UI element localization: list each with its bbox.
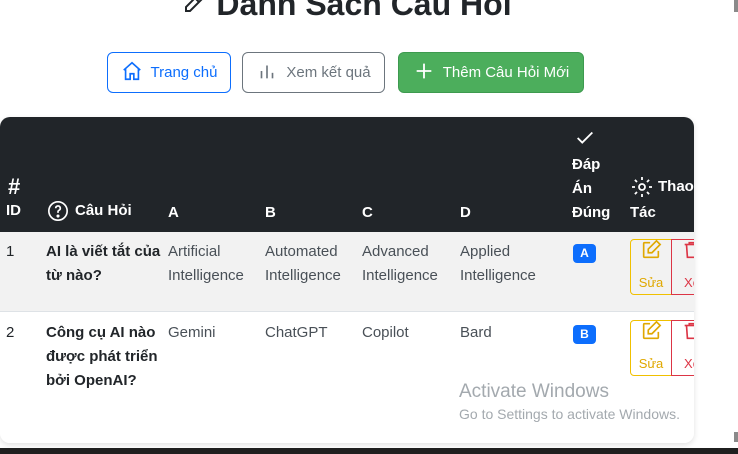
header-a: A [168, 204, 179, 221]
header-actions: Thao [630, 175, 694, 199]
cell-option-d: Applied Intelligence [460, 243, 536, 284]
cell-id: 1 [6, 243, 15, 260]
table-header: # ID Câu Hỏi A B C D Đáp Án Đúng Thao Tá… [0, 117, 694, 232]
edit-button-label: Sửa [638, 356, 664, 371]
delete-button-label: Xó [684, 275, 694, 290]
cell-question: Công cụ AI nào được phát triển bởi OpenA… [46, 324, 158, 389]
cell-question: AI là viết tắt của từ nào? [46, 243, 161, 284]
answer-badge: B [573, 325, 596, 344]
cell-option-c: Copilot [362, 324, 409, 341]
bar-chart-icon [256, 60, 278, 86]
cell-option-b: Automated Intelligence [265, 243, 341, 284]
answer-badge: A [573, 244, 596, 263]
page-title: Danh Sách Câu Hỏi [0, 0, 694, 23]
view-results-button[interactable]: Xem kết quả [242, 52, 385, 93]
pencil-icon [182, 0, 206, 23]
header-question-label: Câu Hỏi [75, 202, 132, 219]
scrollbar-bottom[interactable] [734, 432, 738, 442]
header-b: B [265, 204, 276, 221]
gear-icon [630, 175, 654, 199]
delete-button-label: Xó [684, 356, 694, 371]
edit-button[interactable]: Sửa [630, 320, 672, 376]
header-d: D [460, 204, 471, 221]
header-question: Câu Hỏi [47, 199, 132, 223]
header-answer-line3: Đúng [572, 204, 611, 221]
activate-windows-subtitle: Go to Settings to activate Windows. [459, 406, 680, 422]
add-question-button-label: Thêm Câu Hỏi Mới [442, 64, 570, 81]
hash-icon: # [8, 174, 21, 199]
edit-button[interactable]: Sửa [630, 239, 672, 295]
scrollbar-top[interactable] [734, 0, 738, 12]
cell-option-b: ChatGPT [265, 324, 328, 341]
page-title-text: Danh Sách Câu Hỏi [216, 0, 512, 22]
check-icon [574, 127, 596, 149]
home-button-label: Trang chủ [150, 64, 218, 81]
header-answer-line2: Án [572, 180, 592, 197]
trash-icon [681, 320, 694, 352]
house-icon [121, 60, 143, 86]
edit-button-label: Sửa [638, 275, 664, 290]
cell-option-a: Artificial Intelligence [168, 243, 244, 284]
cell-id: 2 [6, 324, 15, 341]
cell-option-a: Gemini [168, 324, 216, 341]
table-row: 1 AI là viết tắt của từ nào? Artificial … [0, 232, 694, 312]
activate-windows-title: Activate Windows [459, 381, 609, 402]
header-actions-line1: Thao [658, 178, 694, 195]
plus-icon [413, 60, 435, 86]
home-button[interactable]: Trang chủ [107, 52, 231, 93]
edit-square-icon [640, 239, 662, 271]
header-id: ID [6, 202, 21, 219]
delete-button[interactable]: Xó [671, 320, 694, 376]
view-results-button-label: Xem kết quả [286, 64, 371, 81]
cell-option-c: Advanced Intelligence [362, 243, 438, 284]
question-circle-icon [47, 200, 69, 222]
cell-option-d: Bard [460, 324, 492, 341]
delete-button[interactable]: Xó [671, 239, 694, 295]
table-row: 2 Công cụ AI nào được phát triển bởi Ope… [0, 313, 694, 443]
trash-icon [681, 239, 694, 271]
edit-square-icon [640, 320, 662, 352]
header-c: C [362, 204, 373, 221]
taskbar-edge [0, 448, 738, 454]
header-answer-line1: Đáp [572, 156, 601, 173]
header-actions-line2: Tác [630, 204, 656, 221]
add-question-button[interactable]: Thêm Câu Hỏi Mới [398, 52, 584, 93]
